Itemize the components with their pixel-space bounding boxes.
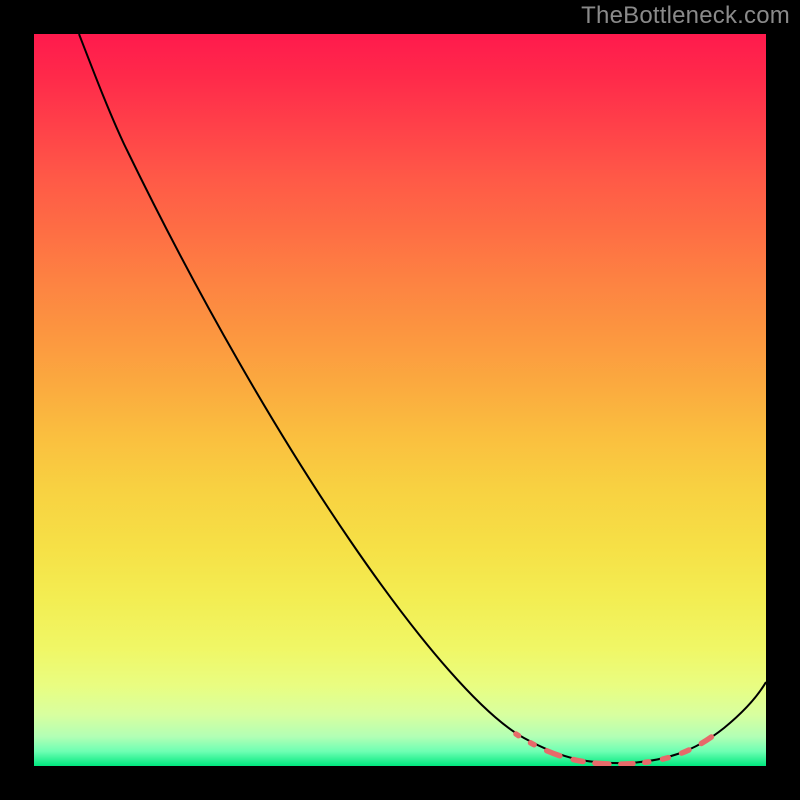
bottleneck-curve xyxy=(79,34,766,763)
curve-svg xyxy=(34,34,766,766)
plot-area xyxy=(34,34,766,766)
watermark-text: TheBottleneck.com xyxy=(581,2,790,30)
